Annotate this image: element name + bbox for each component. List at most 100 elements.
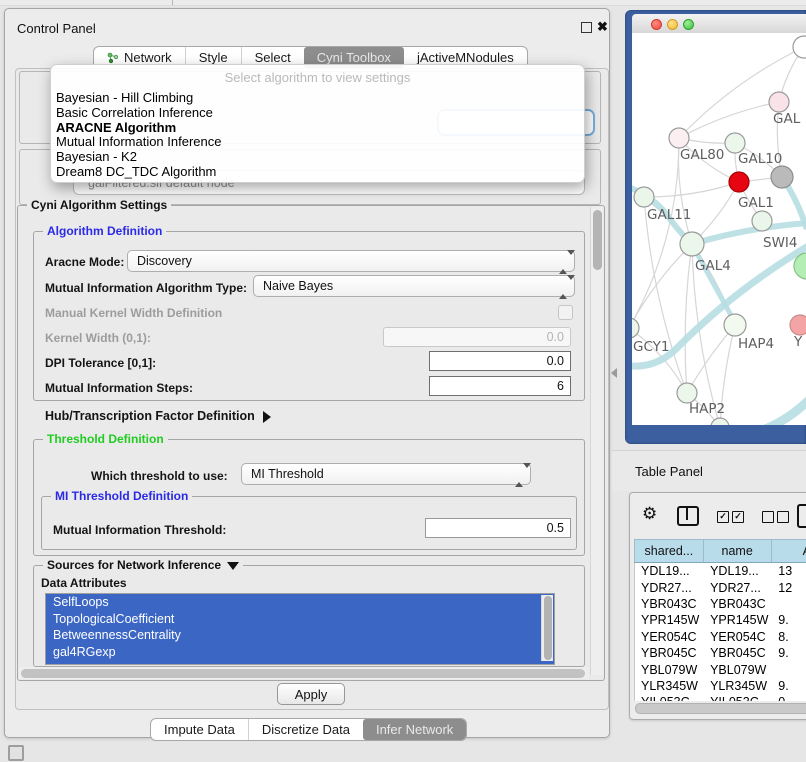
table-row[interactable]: YDL19...YDL19...13	[635, 563, 806, 579]
collapsed-arrow-icon	[263, 411, 271, 423]
network-node-label: Y	[793, 334, 803, 350]
network-node-label: SWI4	[763, 235, 798, 251]
table-row[interactable]: YER054CYER054C8.	[635, 629, 806, 645]
close-traffic-light-icon[interactable]	[651, 19, 662, 30]
tab-label: Infer Network	[376, 722, 453, 737]
network-window-titlebar	[632, 14, 806, 34]
algorithm-definition-title: Algorithm Definition	[43, 224, 166, 238]
manual-kernel-width-checkbox[interactable]	[558, 305, 573, 320]
table-row[interactable]: YDR27...YDR27...12	[635, 579, 806, 595]
data-attribute-item[interactable]: TopologicalCoefficient	[46, 611, 554, 628]
table-cell: YDR27...	[635, 579, 704, 595]
mi-algorithm-type-value: Naive Bayes	[263, 279, 333, 293]
table-cell: 13	[772, 563, 806, 579]
column-header-shared-[interactable]: shared...	[635, 540, 704, 562]
network-node	[793, 36, 806, 58]
which-threshold-label: Which threshold to use:	[91, 469, 228, 483]
table-cell: 9.	[772, 612, 806, 628]
network-edge	[644, 182, 739, 197]
table-cell: YBL079W	[704, 661, 772, 677]
deselect-checkbox-icon[interactable]	[762, 511, 774, 523]
close-icon[interactable]: ✖	[597, 18, 608, 36]
tab-discretize-data[interactable]: Discretize Data	[248, 719, 363, 740]
restore-panel-icon[interactable]	[8, 745, 24, 761]
network-node	[769, 92, 789, 112]
table-row[interactable]: YBR045CYBR045C9.	[635, 645, 806, 661]
control-panel-window: Control Panel ✖ NetworkStyleSelectCyni T…	[4, 8, 610, 738]
which-threshold-combo[interactable]: MI Threshold	[241, 463, 531, 485]
tab-label: Impute Data	[164, 722, 235, 737]
column-header-a[interactable]: A	[772, 540, 806, 562]
apply-button[interactable]: Apply	[277, 683, 345, 705]
table-row[interactable]: YBL079WYBL079W	[635, 661, 806, 677]
tab-infer-network[interactable]: Infer Network	[363, 719, 466, 740]
kernel-width-field[interactable]: 0.0	[383, 327, 571, 347]
network-edge	[632, 244, 692, 328]
algorithm-option-mutual-information-inference[interactable]: Mutual Information Inference	[51, 135, 584, 150]
control-panel-title: Control Panel	[17, 21, 96, 36]
network-node	[725, 133, 745, 153]
data-attribute-item[interactable]: gal4RGexp	[46, 644, 554, 661]
aracne-mode-value: Discovery	[137, 254, 192, 268]
minimize-traffic-light-icon[interactable]	[667, 19, 678, 30]
settings-vertical-scrollbar[interactable]	[590, 207, 603, 675]
select-all-checkbox-icon[interactable]: ✓	[717, 511, 729, 523]
mi-threshold-field[interactable]: 0.5	[425, 518, 571, 538]
data-attributes-list[interactable]: SelfLoopsTopologicalCoefficientBetweenne…	[45, 593, 555, 665]
table-row[interactable]: YPR145WYPR145W9.	[635, 612, 806, 628]
table-cell: YER054C	[635, 629, 704, 645]
table-cell: YDR27...	[704, 579, 772, 595]
algorithm-option-bayesian-hill-climbing[interactable]: Bayesian - Hill Climbing	[51, 91, 584, 106]
table-horizontal-scrollbar[interactable]	[634, 702, 806, 714]
table-body: YDL19...YDL19...13YDR27...YDR27...12YBR0…	[634, 563, 806, 701]
tab-impute-data[interactable]: Impute Data	[151, 719, 248, 740]
sources-title-text: Sources for Network Inference	[47, 558, 221, 572]
dpi-tolerance-field[interactable]: 0.0	[429, 351, 571, 371]
algorithm-option-bayesian-k2[interactable]: Bayesian - K2	[51, 150, 584, 165]
algorithm-option-aracne-algorithm[interactable]: ARACNE Algorithm	[51, 121, 584, 136]
table-row[interactable]: YLR345WYLR345W9.	[635, 678, 806, 694]
mi-algorithm-type-combo[interactable]: Naive Bayes	[253, 275, 575, 297]
mi-steps-field[interactable]: 6	[429, 376, 571, 396]
hub-definition-toggle[interactable]: Hub/Transcription Factor Definition	[45, 409, 271, 423]
zoom-traffic-light-icon[interactable]	[683, 19, 694, 30]
network-node	[790, 315, 806, 335]
table-row[interactable]: YBR043CYBR043C	[635, 596, 806, 612]
data-attributes-label: Data Attributes	[41, 576, 127, 590]
network-node-label: GAL80	[680, 147, 724, 163]
table-cell: 9.	[772, 645, 806, 661]
data-attribute-item-partial[interactable]	[46, 660, 554, 665]
columns-icon[interactable]	[677, 506, 699, 526]
algorithm-option-dream8-dc-tdc-algorithm[interactable]: Dream8 DC_TDC Algorithm	[51, 165, 584, 180]
data-attribute-item[interactable]: BetweennessCentrality	[46, 627, 554, 644]
gear-icon[interactable]: ⚙	[642, 505, 657, 522]
list-vertical-scrollbar[interactable]	[541, 595, 553, 661]
table-row[interactable]: YIL053CYIL053C0	[635, 694, 806, 701]
deselect-checkbox-icon[interactable]	[777, 511, 789, 523]
table-cell	[772, 596, 806, 612]
hub-definition-label: Hub/Transcription Factor Definition	[45, 409, 255, 423]
network-view-window[interactable]: GALGAL80GAL10GAL1SWI4GAL11GAL4GCY1HAP4YH…	[625, 10, 806, 444]
column-header-name[interactable]: name	[704, 540, 772, 562]
algorithm-option-basic-correlation-inference[interactable]: Basic Correlation Inference	[51, 106, 584, 121]
float-window-icon[interactable]	[581, 22, 592, 33]
table-panel-title: Table Panel	[635, 464, 703, 479]
network-canvas[interactable]: GALGAL80GAL10GAL1SWI4GAL11GAL4GCY1HAP4YH…	[632, 33, 806, 425]
table-cell: 9.	[772, 678, 806, 694]
tab-label: jActiveMNodules	[417, 50, 514, 65]
sources-title[interactable]: Sources for Network Inference	[43, 558, 243, 572]
data-attribute-item[interactable]: SelfLoops	[46, 594, 554, 611]
aracne-mode-combo[interactable]: Discovery	[127, 250, 575, 272]
network-node-label: GAL4	[695, 258, 731, 274]
table-cell: YBR043C	[704, 596, 772, 612]
table-function-icon[interactable]	[797, 504, 806, 528]
table-cell: 0	[772, 694, 806, 701]
select-all-checkbox-icon[interactable]: ✓	[732, 511, 744, 523]
which-threshold-value: MI Threshold	[251, 467, 324, 481]
table-cell: YPR145W	[635, 612, 704, 628]
panel-splitter-handle[interactable]	[611, 368, 617, 378]
settings-horizontal-scrollbar[interactable]	[19, 667, 589, 679]
table-cell: YBR045C	[635, 645, 704, 661]
network-node-label: HAP2	[689, 401, 725, 417]
table-cell: YER054C	[704, 629, 772, 645]
